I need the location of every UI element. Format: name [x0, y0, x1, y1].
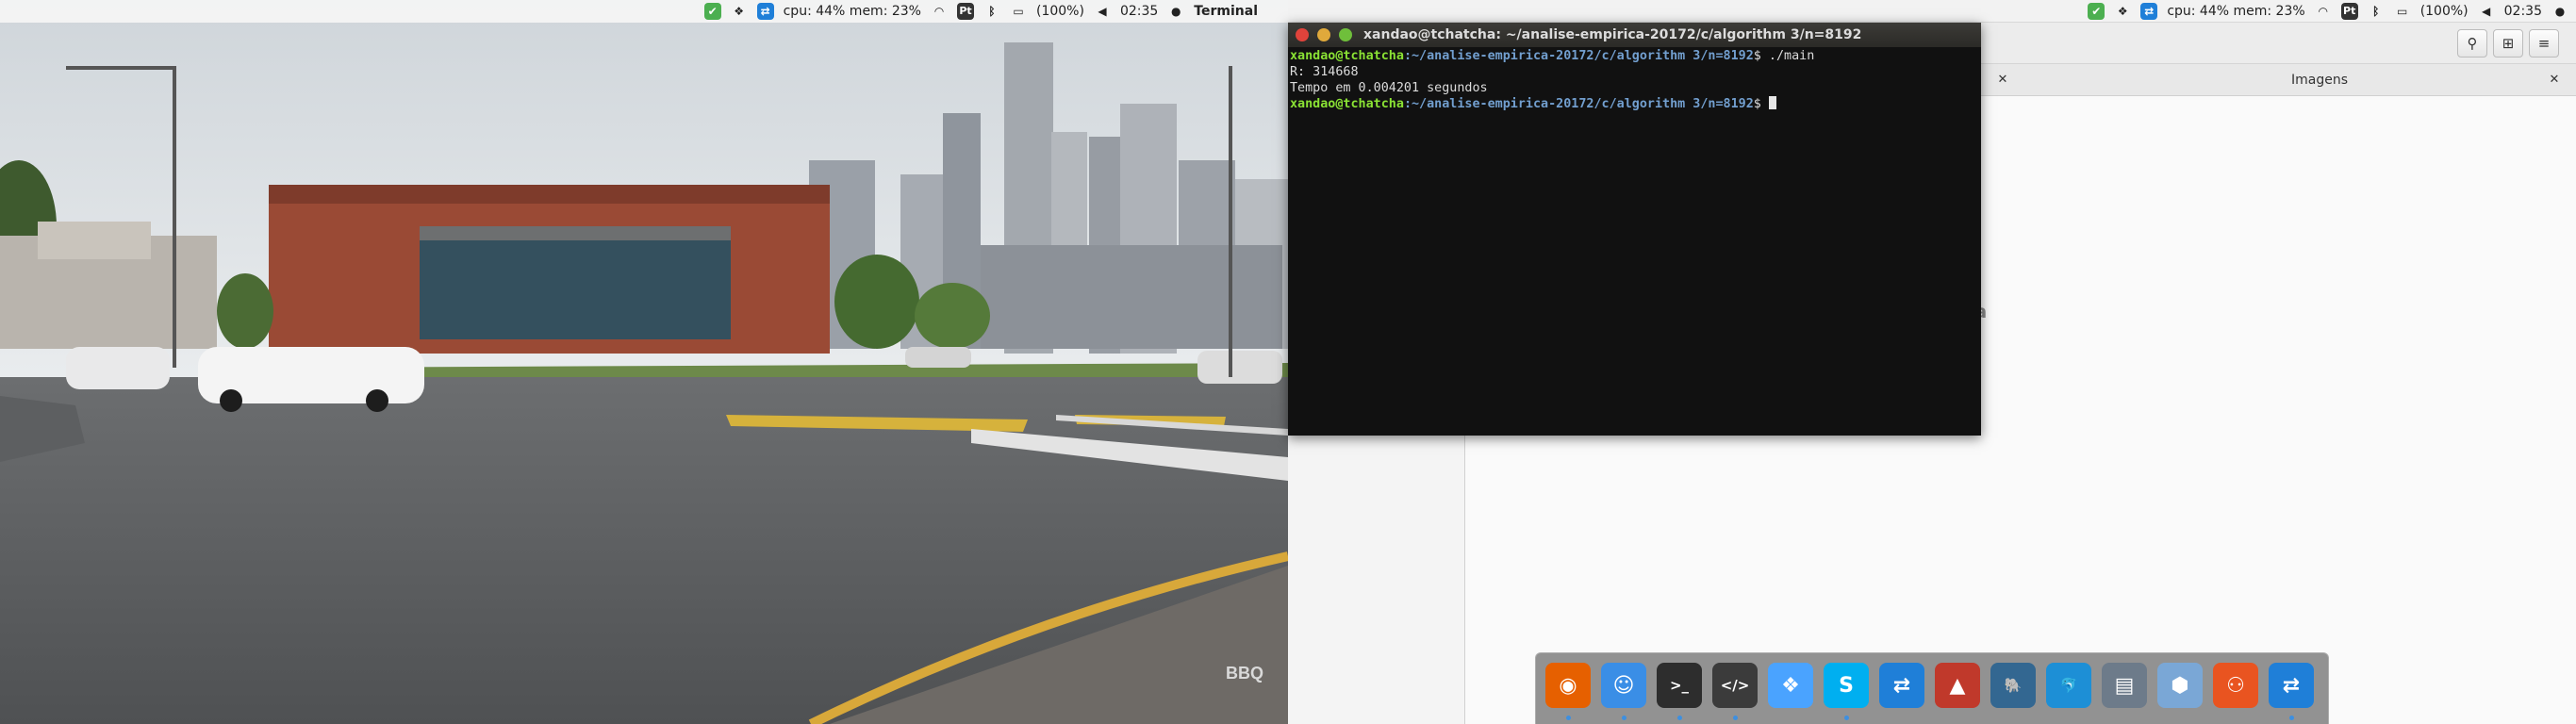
terminal-window[interactable]: xandao@tchatcha: ~/analise-empirica-2017…: [1288, 23, 1981, 436]
system-tray-left: ✔ ❖ ⇄ cpu: 44% mem: 23% ◠ Pt ᛒ ▭ (100%) …: [703, 0, 1288, 23]
running-indicator: [1677, 716, 1682, 720]
teamviewer-tray-icon[interactable]: ⇄: [2140, 3, 2158, 20]
teamviewer-tray-icon[interactable]: ⇄: [756, 3, 774, 20]
prompt-user: xandao@tchatcha: [1290, 97, 1404, 112]
mysql-workbench-icon[interactable]: 🐬: [2046, 663, 2091, 708]
volume-icon[interactable]: ◀: [2478, 3, 2495, 20]
teamviewer-icon[interactable]: ⇄: [1879, 663, 1924, 708]
wallpaper-watermark: BBQ: [1226, 664, 1263, 683]
top-panel-right: ✔ ❖ ⇄ cpu: 44% mem: 23% ◠ Pt ᛒ ▭ (100%) …: [1288, 0, 2576, 23]
dropbox-icon[interactable]: ❖: [1768, 663, 1813, 708]
close-tab-icon[interactable]: ✕: [1995, 73, 2010, 88]
scanner-icon[interactable]: ▤: [2102, 663, 2147, 708]
skype-icon[interactable]: S: [1824, 663, 1869, 708]
matlab-icon[interactable]: ▲: [1935, 663, 1980, 708]
prompt-path: :~/analise-empirica-20172/c/algorithm 3/…: [1403, 49, 1754, 63]
running-indicator: [2289, 716, 2294, 720]
shield-check-icon[interactable]: ✔: [703, 3, 721, 20]
grid-view-button[interactable]: ⊞: [2493, 29, 2523, 58]
menu-button[interactable]: ≡: [2529, 29, 2559, 58]
desktop-wallpaper: BBQ: [0, 0, 1288, 724]
prompt-command: $ ./main: [1753, 49, 1815, 63]
virtualbox-icon[interactable]: ⬢: [2157, 663, 2203, 708]
active-app-title[interactable]: Terminal: [1194, 4, 1258, 19]
desktop: BBQ ✔ ❖ ⇄ cpu: 44% mem: 23% ◠ Pt ᛒ ▭ (10…: [0, 0, 2576, 724]
terminal-line: xandao@tchatcha:~/analise-empirica-20172…: [1290, 49, 1979, 65]
terminal-title: xandao@tchatcha: ~/analise-empirica-2017…: [1363, 27, 1862, 42]
dropbox-tray-icon[interactable]: ❖: [731, 3, 748, 20]
wallpaper-photo: BBQ: [0, 0, 1288, 724]
bluetooth-icon[interactable]: ᛒ: [983, 3, 1000, 20]
maximize-window-button[interactable]: [1339, 28, 1352, 41]
battery-icon[interactable]: ▭: [2394, 3, 2411, 20]
terminal-cursor: [1768, 96, 1776, 110]
top-panel-left: ✔ ❖ ⇄ cpu: 44% mem: 23% ◠ Pt ᛒ ▭ (100%) …: [0, 0, 1288, 23]
prompt-command: $: [1753, 97, 1769, 112]
cpu-mem-indicator[interactable]: cpu: 44% mem: 23%: [2167, 4, 2304, 19]
running-indicator: [1733, 716, 1738, 720]
running-indicator: [1844, 716, 1849, 720]
keyboard-layout-indicator[interactable]: Pt: [2340, 3, 2358, 20]
volume-icon[interactable]: ◀: [1094, 3, 1111, 20]
search-button[interactable]: ⚲: [2457, 29, 2487, 58]
prompt-path: :~/analise-empirica-20172/c/algorithm 3/…: [1403, 97, 1754, 112]
running-indicator: [1566, 716, 1571, 720]
apple-menu-icon[interactable]: ●: [2551, 3, 2568, 20]
firefox-icon[interactable]: ◉: [1545, 663, 1591, 708]
clock[interactable]: 02:35: [2504, 4, 2542, 19]
wifi-icon[interactable]: ◠: [2315, 3, 2332, 20]
close-window-button[interactable]: [1296, 28, 1309, 41]
postgresql-icon[interactable]: 🐘: [1990, 663, 2036, 708]
shield-check-icon[interactable]: ✔: [2088, 3, 2105, 20]
terminal-titlebar[interactable]: xandao@tchatcha: ~/analise-empirica-2017…: [1288, 23, 1981, 47]
terminal-line: xandao@tchatcha:~/analise-empirica-20172…: [1290, 96, 1979, 113]
apple-menu-icon[interactable]: ●: [1167, 3, 1184, 20]
bluetooth-icon[interactable]: ᛒ: [2368, 3, 2385, 20]
search-icon: ⚲: [2467, 35, 2478, 52]
battery-icon[interactable]: ▭: [1010, 3, 1027, 20]
finder-icon[interactable]: ☺: [1601, 663, 1646, 708]
hamburger-menu-icon: ≡: [2537, 35, 2551, 52]
terminal-output[interactable]: xandao@tchatcha:~/analise-empirica-20172…: [1290, 49, 1979, 434]
code-editor-icon[interactable]: </>: [1712, 663, 1758, 708]
close-tab-icon[interactable]: ✕: [2547, 73, 2562, 88]
wifi-icon[interactable]: ◠: [931, 3, 948, 20]
prompt-user: xandao@tchatcha: [1290, 49, 1404, 63]
terminal-line: R: 314668: [1290, 64, 1359, 79]
running-indicator: [1622, 716, 1627, 720]
teamviewer-icon[interactable]: ⇄: [2269, 663, 2314, 708]
cpu-mem-indicator[interactable]: cpu: 44% mem: 23%: [784, 4, 921, 19]
battery-percentage[interactable]: (100%): [1036, 4, 1084, 19]
grid-view-icon: ⊞: [2502, 35, 2515, 52]
dropbox-tray-icon[interactable]: ❖: [2114, 3, 2131, 20]
terminal-line: Tempo em 0.004201 segundos: [1290, 80, 1488, 95]
tab-imagens[interactable]: Imagens: [2263, 64, 2376, 96]
system-tray-right: ✔ ❖ ⇄ cpu: 44% mem: 23% ◠ Pt ᛒ ▭ (100%) …: [2088, 0, 2576, 23]
ubuntu-software-icon[interactable]: ⚇: [2213, 663, 2258, 708]
dock: ◉ ☺ >_ </> ❖ S ⇄ ▲ 🐘 🐬 ▤ ⬢ ⚇ ⇄: [1535, 652, 2329, 724]
clock[interactable]: 02:35: [1120, 4, 1158, 19]
battery-percentage[interactable]: (100%): [2420, 4, 2469, 19]
minimize-window-button[interactable]: [1317, 28, 1330, 41]
keyboard-layout-indicator[interactable]: Pt: [956, 3, 974, 20]
terminal-icon[interactable]: >_: [1657, 663, 1702, 708]
